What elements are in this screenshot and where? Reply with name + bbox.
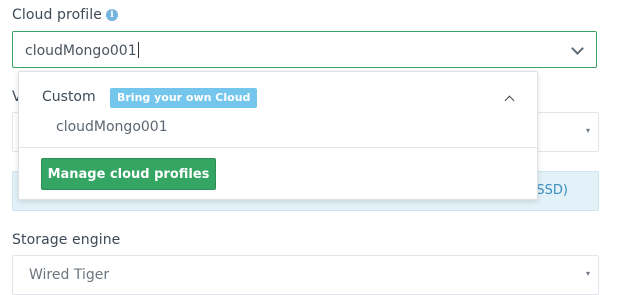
cloud-profile-dropdown: Custom Bring your own Cloud cloudMongo00… bbox=[18, 71, 538, 200]
cloud-profile-value: cloudMongo001 bbox=[25, 42, 139, 59]
cloud-profile-label: Cloud profile bbox=[12, 7, 102, 23]
byoc-badge: Bring your own Cloud bbox=[110, 88, 258, 108]
storage-engine-select[interactable]: Wired Tiger ▾ bbox=[12, 255, 599, 295]
dropdown-option[interactable]: cloudMongo001 bbox=[56, 119, 168, 135]
info-icon[interactable]: i bbox=[106, 9, 118, 21]
chevron-down-icon[interactable] bbox=[571, 42, 584, 55]
manage-cloud-profiles-button[interactable]: Manage cloud profiles bbox=[41, 158, 216, 190]
divider bbox=[19, 147, 537, 148]
info-bar-text: SSD) bbox=[536, 183, 568, 198]
cloud-profile-select[interactable]: cloudMongo001 bbox=[12, 31, 597, 68]
storage-engine-label: Storage engine bbox=[12, 232, 121, 248]
select-arrow-icon: ▾ bbox=[585, 126, 590, 135]
storage-engine-value: Wired Tiger bbox=[29, 267, 110, 283]
group-label-custom: Custom bbox=[42, 89, 96, 105]
select-arrow-icon: ▾ bbox=[585, 269, 590, 278]
chevron-up-icon[interactable] bbox=[504, 95, 515, 106]
